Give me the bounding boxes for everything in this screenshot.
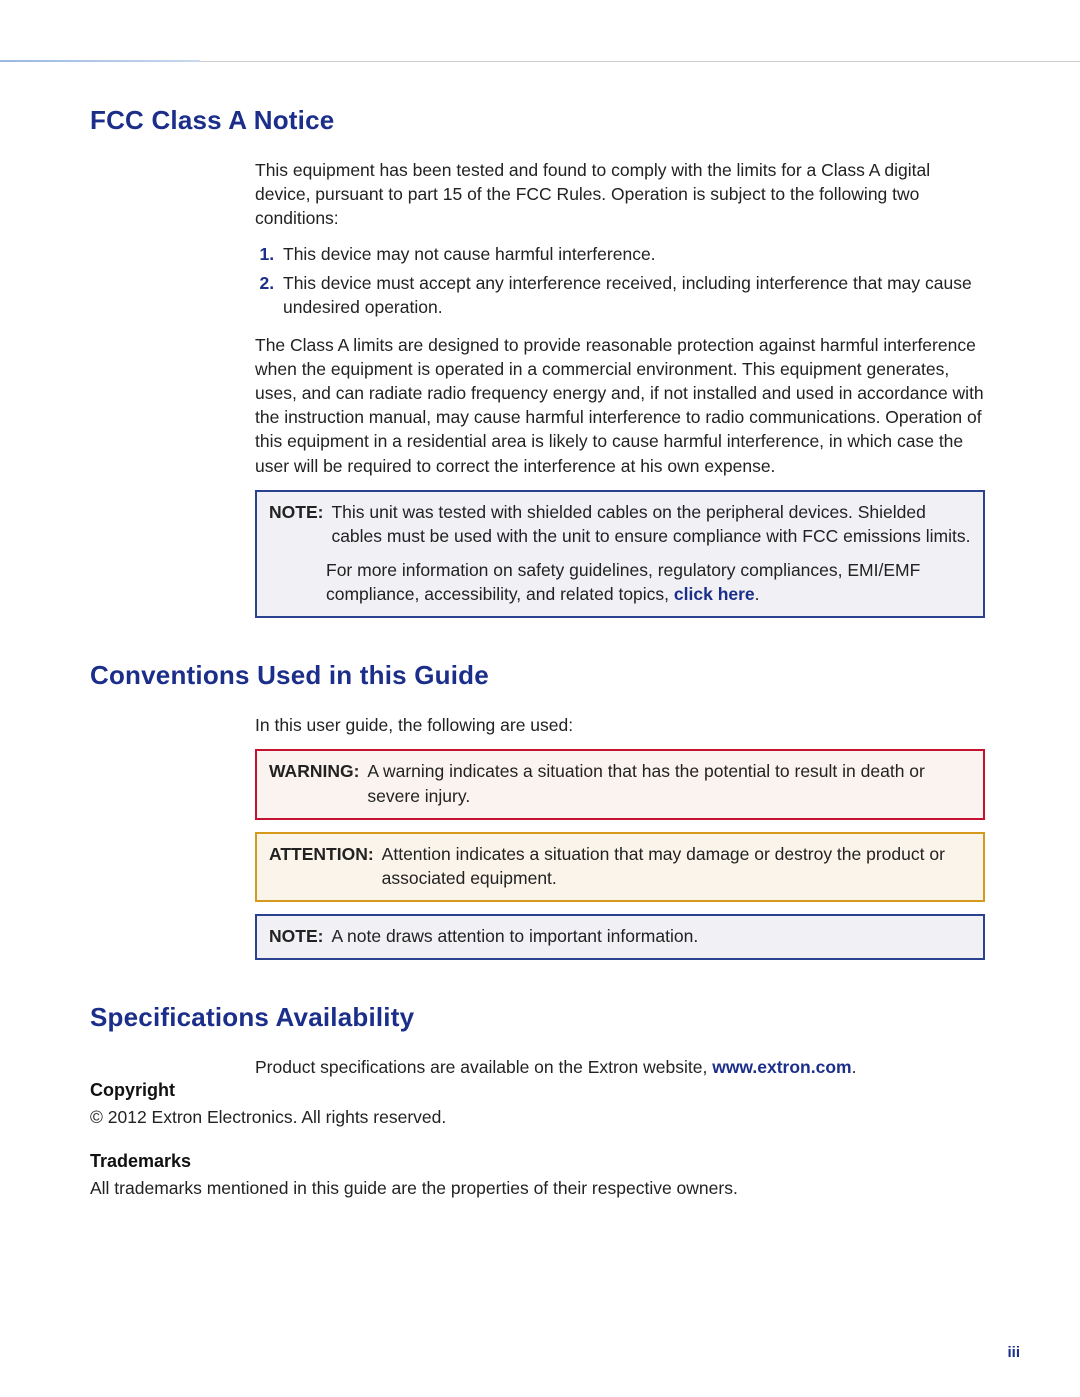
conventions-note-label: NOTE: [269,924,323,948]
trademarks-heading: Trademarks [90,1149,985,1174]
specs-body: Product specifications are available on … [255,1055,985,1079]
fcc-body: This equipment has been tested and found… [255,158,985,618]
specs-body-post: . [852,1057,857,1077]
conventions-note-row: NOTE: A note draws attention to importan… [269,924,971,948]
attention-row: ATTENTION: Attention indicates a situati… [269,842,971,890]
click-here-link[interactable]: click here [674,584,755,604]
extron-website-link[interactable]: www.extron.com [712,1057,851,1077]
footer-block: Copyright © 2012 Extron Electronics. All… [90,1078,985,1220]
conventions-intro: In this user guide, the following are us… [255,713,985,737]
fcc-note-body2-pre: For more information on safety guideline… [326,560,920,604]
fcc-note-body2: For more information on safety guideline… [326,558,971,606]
trademarks-group: Trademarks All trademarks mentioned in t… [90,1149,985,1200]
section-conventions: Conventions Used in this Guide In this u… [90,660,985,960]
fcc-para2: The Class A limits are designed to provi… [255,333,985,478]
attention-body: Attention indicates a situation that may… [382,842,971,890]
heading-fcc: FCC Class A Notice [90,105,985,136]
page-number: iii [1007,1344,1020,1361]
heading-specs: Specifications Availability [90,1002,985,1033]
fcc-note-body2-post: . [755,584,760,604]
copyright-heading: Copyright [90,1078,985,1103]
fcc-note-body1: This unit was tested with shielded cable… [331,500,971,548]
attention-label: ATTENTION: [269,842,374,866]
section-fcc: FCC Class A Notice This equipment has be… [90,105,985,618]
conventions-body: In this user guide, the following are us… [255,713,985,737]
heading-conventions: Conventions Used in this Guide [90,660,985,691]
specs-body-pre: Product specifications are available on … [255,1057,712,1077]
page-content: FCC Class A Notice This equipment has be… [90,105,985,1119]
attention-callout: ATTENTION: Attention indicates a situati… [255,832,985,902]
note-label: NOTE: [269,500,323,524]
copyright-body: © 2012 Extron Electronics. All rights re… [90,1105,985,1129]
fcc-conditions-list: This device may not cause harmful interf… [255,242,985,318]
conventions-callouts: WARNING: A warning indicates a situation… [255,749,985,960]
warning-body: A warning indicates a situation that has… [367,759,971,807]
trademarks-body: All trademarks mentioned in this guide a… [90,1176,985,1200]
fcc-note-callout: NOTE: This unit was tested with shielded… [255,490,985,619]
section-specs: Specifications Availability Product spec… [90,1002,985,1079]
fcc-intro: This equipment has been tested and found… [255,158,985,230]
warning-row: WARNING: A warning indicates a situation… [269,759,971,807]
copyright-group: Copyright © 2012 Extron Electronics. All… [90,1078,985,1129]
fcc-condition-2: This device must accept any interference… [279,271,985,319]
warning-label: WARNING: [269,759,359,783]
conventions-note-body: A note draws attention to important info… [331,924,971,948]
conventions-note-callout: NOTE: A note draws attention to importan… [255,914,985,960]
warning-callout: WARNING: A warning indicates a situation… [255,749,985,819]
fcc-condition-1: This device may not cause harmful interf… [279,242,985,266]
fcc-note-row: NOTE: This unit was tested with shielded… [269,500,971,548]
specs-para: Product specifications are available on … [255,1055,985,1079]
top-gradient-rule [0,60,1080,62]
